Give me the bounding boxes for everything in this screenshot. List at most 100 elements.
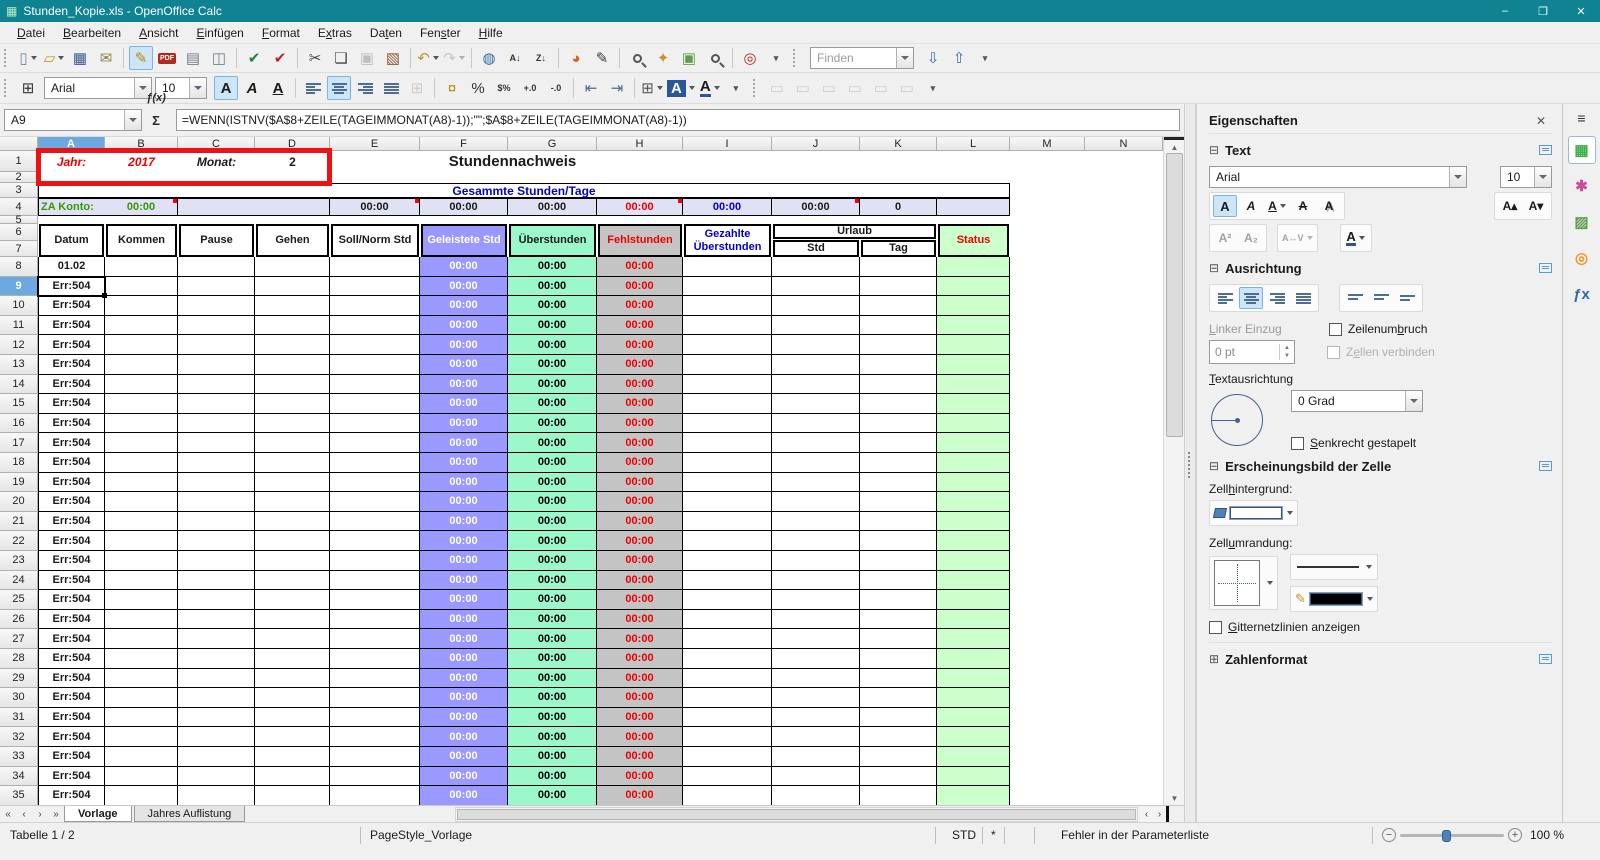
cell-K18[interactable] bbox=[860, 453, 937, 473]
shadow-button[interactable]: A bbox=[1317, 195, 1341, 217]
next-sheet-button[interactable]: › bbox=[32, 807, 48, 822]
cell-H9[interactable]: 00:00 bbox=[597, 276, 683, 297]
cell-K16[interactable] bbox=[860, 413, 937, 434]
navigator-button[interactable]: ✦ bbox=[651, 46, 675, 70]
draw-functions-button[interactable]: ✎ bbox=[590, 46, 614, 70]
cell-C4[interactable] bbox=[178, 198, 330, 216]
cell-I18[interactable] bbox=[683, 453, 772, 473]
align-left-button[interactable] bbox=[1213, 287, 1237, 309]
cell-C10[interactable] bbox=[178, 296, 255, 316]
cell-B24[interactable] bbox=[105, 570, 178, 591]
menu-format[interactable]: Format bbox=[253, 24, 309, 42]
menu-hilfe[interactable]: Hilfe bbox=[470, 24, 512, 42]
dropdown-arrow-icon[interactable] bbox=[713, 86, 720, 90]
cell-J15[interactable] bbox=[772, 394, 860, 414]
align-top-button[interactable] bbox=[1343, 287, 1367, 309]
cell-B4[interactable]: 00:00 bbox=[105, 198, 178, 216]
cell-E14[interactable] bbox=[330, 374, 420, 395]
cell-H11[interactable]: 00:00 bbox=[597, 315, 683, 336]
column-header-E[interactable]: E bbox=[330, 137, 420, 151]
horizontal-scrollbar[interactable] bbox=[455, 807, 1138, 822]
menu-daten[interactable]: Daten bbox=[361, 24, 411, 42]
italic-button[interactable]: A bbox=[1239, 195, 1263, 217]
cell-F16[interactable]: 00:00 bbox=[420, 413, 508, 434]
cell-E34[interactable] bbox=[330, 766, 420, 787]
cell-I13[interactable] bbox=[683, 355, 772, 375]
cell-H35[interactable]: 00:00 bbox=[597, 786, 683, 805]
decrease-indent-button[interactable]: ⇤ bbox=[579, 76, 603, 100]
cell-H25[interactable]: 00:00 bbox=[597, 590, 683, 610]
cell-J31[interactable] bbox=[772, 707, 860, 728]
cell-J23[interactable] bbox=[772, 551, 860, 571]
header-fehlstunden[interactable]: Fehlstunden bbox=[598, 224, 682, 257]
cell-E21[interactable] bbox=[330, 511, 420, 532]
cell-G14[interactable]: 00:00 bbox=[508, 374, 597, 395]
cell-B17[interactable] bbox=[105, 433, 178, 453]
cell-L8[interactable] bbox=[937, 257, 1010, 277]
cell-B13[interactable] bbox=[105, 355, 178, 375]
cell-G4[interactable]: 00:00 bbox=[508, 198, 597, 216]
cell-E12[interactable] bbox=[330, 335, 420, 355]
cell-H4[interactable]: 00:00 bbox=[597, 198, 683, 216]
number-format-percent-button[interactable]: % bbox=[466, 76, 490, 100]
cell-K21[interactable] bbox=[860, 511, 937, 532]
cell-B8[interactable] bbox=[105, 257, 178, 277]
cell-C9[interactable] bbox=[178, 276, 255, 297]
cell-H28[interactable]: 00:00 bbox=[597, 649, 683, 669]
line-style-dropdown-icon[interactable] bbox=[1366, 565, 1372, 569]
cell-L26[interactable] bbox=[937, 609, 1010, 630]
cell-C23[interactable] bbox=[178, 551, 255, 571]
cell-G19[interactable]: 00:00 bbox=[508, 472, 597, 493]
cell-A27[interactable]: Err:504 bbox=[38, 629, 105, 649]
cell-B16[interactable] bbox=[105, 413, 178, 434]
cell-F31[interactable]: 00:00 bbox=[420, 707, 508, 728]
cell-L13[interactable] bbox=[937, 355, 1010, 375]
horizontal-scrollbar-thumb[interactable] bbox=[457, 809, 1136, 820]
sidebar-splitter[interactable] bbox=[1184, 104, 1196, 822]
cell-K17[interactable] bbox=[860, 433, 937, 453]
cell-H33[interactable]: 00:00 bbox=[597, 747, 683, 767]
spinner-arrows-icon[interactable]: ▲ ▼ bbox=[1279, 343, 1294, 361]
cell-A32[interactable]: Err:504 bbox=[38, 727, 105, 747]
cell-I15[interactable] bbox=[683, 394, 772, 414]
cell-D10[interactable] bbox=[255, 296, 330, 316]
cell-I29[interactable] bbox=[683, 668, 772, 689]
dropdown-arrow-icon[interactable] bbox=[688, 86, 695, 90]
align-objects-top-button[interactable]: ▭ bbox=[843, 76, 867, 100]
cell-J14[interactable] bbox=[772, 374, 860, 395]
align-top-button-inner[interactable] bbox=[1347, 293, 1363, 304]
column-header-K[interactable]: K bbox=[860, 137, 937, 151]
center-vertically-button-inner[interactable] bbox=[1373, 293, 1389, 304]
dropdown-arrow-icon[interactable] bbox=[30, 56, 37, 60]
merge-cells-button[interactable]: ⊞ bbox=[405, 76, 429, 100]
first-sheet-button[interactable]: « bbox=[0, 807, 16, 822]
background-color-dropdown-icon[interactable] bbox=[1287, 511, 1293, 515]
cell-H15[interactable]: 00:00 bbox=[597, 394, 683, 414]
font-color-button[interactable]: A bbox=[698, 76, 722, 100]
cell-K9[interactable] bbox=[860, 276, 937, 297]
cell-C27[interactable] bbox=[178, 629, 255, 649]
cell-J11[interactable] bbox=[772, 315, 860, 336]
cell-L10[interactable] bbox=[937, 296, 1010, 316]
cell-I24[interactable] bbox=[683, 570, 772, 591]
cell-L4[interactable] bbox=[937, 198, 1010, 216]
cell-L19[interactable] bbox=[937, 472, 1010, 493]
cell-C12[interactable] bbox=[178, 335, 255, 355]
cell-L33[interactable] bbox=[937, 747, 1010, 767]
cell-G12[interactable]: 00:00 bbox=[508, 335, 597, 355]
open-sidebar-button[interactable]: ⊞ bbox=[16, 76, 40, 100]
cell-I34[interactable] bbox=[683, 766, 772, 787]
header-geleistete-std[interactable]: Geleistete Std bbox=[421, 224, 507, 257]
cell-F15[interactable]: 00:00 bbox=[420, 394, 508, 414]
cell-L34[interactable] bbox=[937, 766, 1010, 787]
cell-A12[interactable]: Err:504 bbox=[38, 335, 105, 355]
find-dropdown-icon[interactable] bbox=[896, 48, 913, 68]
menu-datei[interactable]: Datei bbox=[8, 24, 54, 42]
header-datum[interactable]: Datum bbox=[39, 224, 104, 257]
cell-A17[interactable]: Err:504 bbox=[38, 433, 105, 453]
cell-A24[interactable]: Err:504 bbox=[38, 570, 105, 591]
align-objects-bottom-button[interactable]: ▭ bbox=[895, 76, 919, 100]
cell-B29[interactable] bbox=[105, 668, 178, 689]
header-pause[interactable]: Pause bbox=[179, 224, 254, 257]
find-next-button[interactable]: ⇩ bbox=[921, 46, 945, 70]
